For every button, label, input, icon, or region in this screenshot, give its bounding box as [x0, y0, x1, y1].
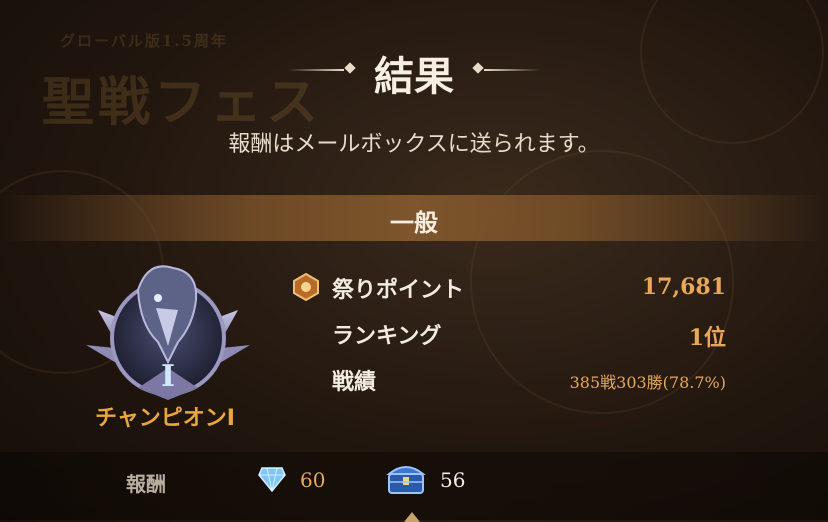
title-ornament-right: [484, 69, 540, 71]
stat-value-festival-points: 17,681: [641, 274, 726, 300]
festival-point-icon: [293, 273, 319, 301]
diamond-gem-icon: [258, 467, 286, 492]
bottom-ornament: [404, 512, 420, 522]
section-header-bar: 一般: [0, 195, 828, 241]
result-title-row: 結果: [0, 42, 828, 100]
page-title: 結果: [374, 53, 454, 100]
stat-label-festival-points: 祭りポイント: [332, 278, 465, 303]
treasure-chest-icon: [386, 466, 426, 494]
stat-value-ranking: 1位: [688, 325, 726, 351]
stat-label-ranking: ランキング: [332, 324, 442, 349]
champion-crow-emblem-icon: I: [86, 265, 250, 400]
rewards-label: 報酬: [126, 472, 166, 496]
section-label: 一般: [390, 209, 438, 237]
stat-value-record: 385戦303勝(78.7%): [569, 373, 726, 392]
rank-name: チャンピオンⅠ: [95, 406, 235, 431]
reward-chest-count: 56: [440, 468, 466, 492]
stat-label-record: 戦績: [332, 370, 377, 395]
rank-numeral: I: [161, 359, 175, 394]
rewards-footer: 報酬 60 56: [0, 452, 828, 522]
page-subtitle: 報酬はメールボックスに送られます。: [228, 132, 600, 157]
reward-gem-count: 60: [300, 468, 326, 492]
